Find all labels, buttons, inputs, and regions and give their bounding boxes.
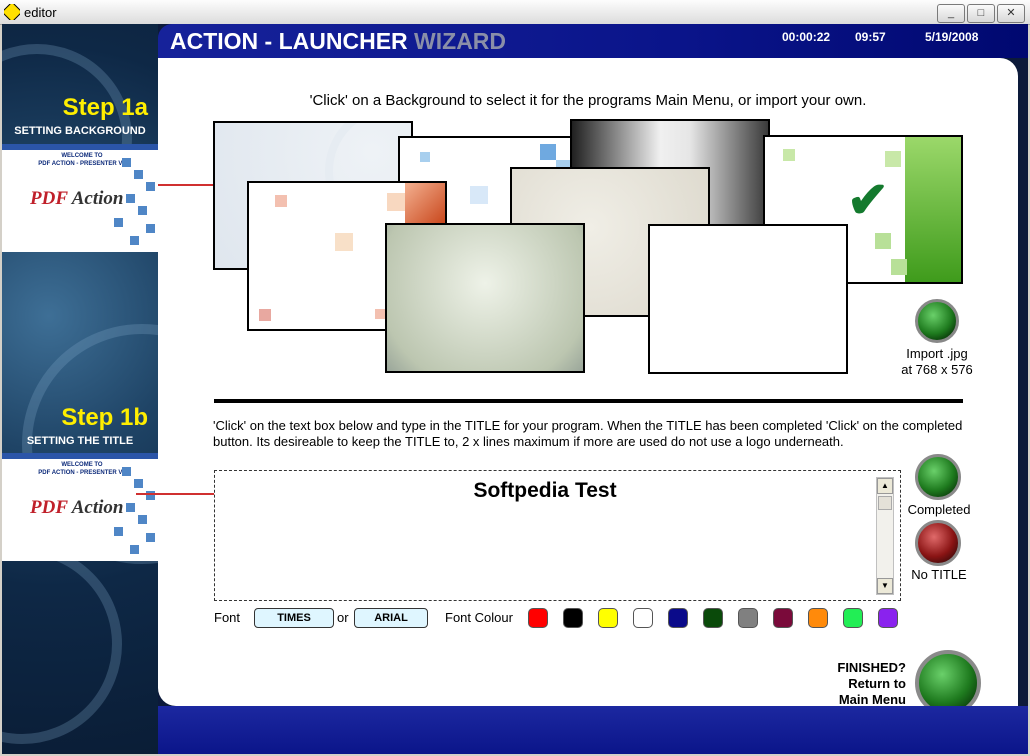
elapsed-timer: 00:00:22 [782,30,831,44]
thumb-header-band [2,144,158,150]
font-colour-swatch[interactable] [738,608,758,628]
step1a-connector [158,184,214,186]
clock: 09:57 [855,30,886,44]
close-button[interactable]: ✕ [997,4,1025,23]
date: 5/19/2008 [925,30,979,44]
scroll-down-arrow-icon[interactable]: ▼ [877,578,893,594]
scroll-thumb[interactable] [878,496,892,510]
finished-label: FINISHED? Return to Main Menu [837,660,906,707]
selected-check-icon: ✔ [847,172,889,228]
font-colour-swatch[interactable] [563,608,583,628]
gear-decoration [2,544,122,744]
maximize-button[interactable]: □ [967,4,995,23]
completed-label: Completed [907,502,971,517]
pdf-action-logo: PDF Action [30,497,124,518]
pdf-action-logo: PDF Action [30,188,124,209]
thumb-header-band [2,453,158,459]
thumb-welcome-text: WELCOME TO PDF ACTION - PRESENTER V1 [38,462,126,476]
footer-bar [158,706,1028,754]
font-colour-swatch[interactable] [633,608,653,628]
step1a-title: Step 1a [62,94,148,121]
window-titlebar: editor _ □ ✕ [0,0,1030,25]
app-title: ACTION - LAUNCHER WIZARD [170,28,507,54]
font-colour-swatch[interactable] [598,608,618,628]
thumb-welcome-text: WELCOME TO PDF ACTION - PRESENTER V1 [38,153,126,167]
font-times-button[interactable]: TIMES [254,608,334,628]
scroll-up-arrow-icon[interactable]: ▲ [877,478,893,494]
step1b-subtitle: SETTING THE TITLE [26,435,134,447]
font-colour-swatch[interactable] [703,608,723,628]
completed-button[interactable] [915,454,961,500]
header-bar: ACTION - LAUNCHER WIZARD 00:00:22 09:57 … [158,24,1028,58]
font-colour-swatch[interactable] [668,608,688,628]
font-colour-swatch[interactable] [528,608,548,628]
sidebar: Step 1a SETTING BACKGROUND WELCOME TO PDF… [2,24,158,754]
font-colour-swatch[interactable] [878,608,898,628]
title-instruction: 'Click' on the text box below and type i… [213,418,963,449]
app-icon [4,4,20,20]
main-content: 'Click' on a Background to select it for… [136,58,1018,716]
step1a-preview-thumbnail[interactable]: WELCOME TO PDF ACTION - PRESENTER V1 PDF … [2,144,158,252]
font-colour-swatch[interactable] [808,608,828,628]
step1a-subtitle: SETTING BACKGROUND [14,125,146,137]
window-title: editor [24,5,57,20]
background-instruction: 'Click' on a Background to select it for… [309,92,867,109]
section-divider [214,399,963,403]
minimize-button[interactable]: _ [937,4,965,23]
title-scrollbar[interactable]: ▲ ▼ [876,477,894,595]
title-textbox[interactable]: Softpedia Test ▲ ▼ [214,470,901,601]
font-label: Font [214,610,241,625]
step1b-preview-thumbnail[interactable]: WELCOME TO PDF ACTION - PRESENTER V1 PDF … [2,453,158,561]
font-or-label: or [337,610,349,625]
background-option-7[interactable] [385,223,585,373]
step1b-title: Step 1b [61,404,148,431]
no-title-button[interactable] [915,520,961,566]
import-jpg-button[interactable] [915,299,959,343]
background-option-8[interactable] [648,224,848,374]
font-colour-swatch[interactable] [843,608,863,628]
font-arial-button[interactable]: ARIAL [354,608,428,628]
font-colour-swatch[interactable] [773,608,793,628]
font-colour-label: Font Colour [445,610,513,625]
step1b-connector [136,493,214,495]
title-text-value: Softpedia Test [473,479,617,502]
app-frame: Step 1a SETTING BACKGROUND WELCOME TO PDF… [2,24,1028,754]
no-title-label: No TITLE [911,567,967,582]
import-label: Import .jpg at 768 x 576 [901,346,973,377]
